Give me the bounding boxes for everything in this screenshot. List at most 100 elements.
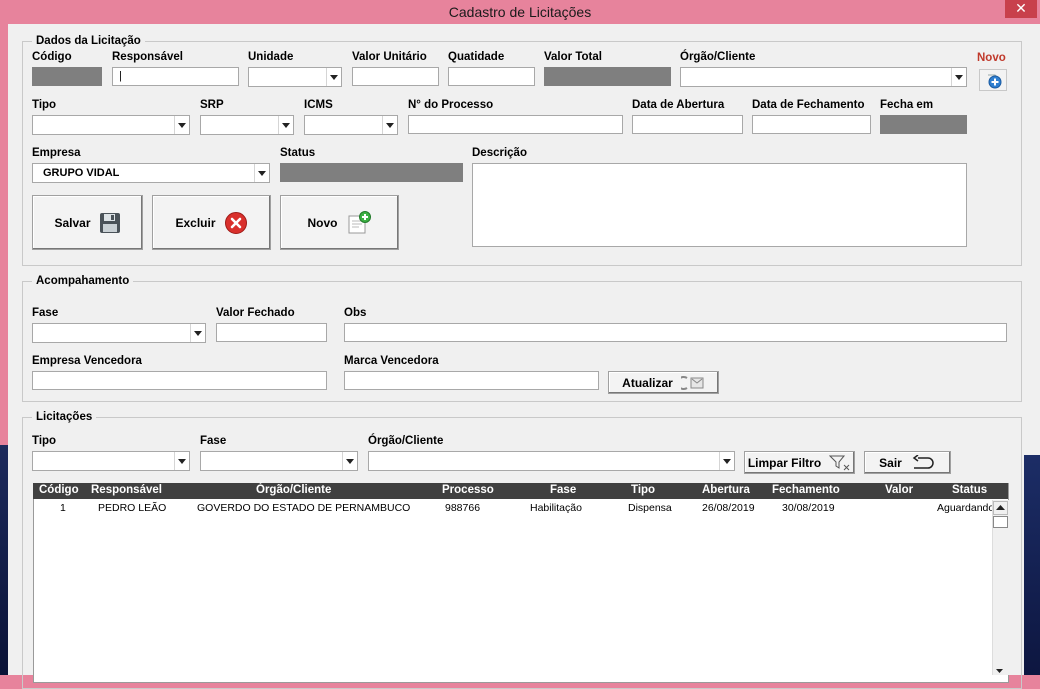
valor-unitario-field[interactable]: [352, 67, 439, 86]
codigo-label: Código: [32, 51, 72, 63]
cell-orgao: GOVERDO DO ESTADO DE PERNAMBUCO: [197, 502, 411, 514]
column-header-orgao[interactable]: Órgão/Cliente: [256, 484, 331, 496]
processo-field[interactable]: [408, 115, 623, 134]
excluir-label: Excluir: [175, 215, 216, 230]
refresh-icon: [680, 375, 704, 390]
chevron-down-icon[interactable]: [254, 164, 269, 182]
column-header-responsavel[interactable]: Responsável: [91, 484, 162, 496]
salvar-label: Salvar: [54, 215, 91, 230]
scroll-up-button[interactable]: [993, 501, 1008, 515]
fase-label: Fase: [32, 307, 59, 319]
scroll-down-button[interactable]: [993, 664, 1008, 675]
new-document-icon: [348, 210, 371, 233]
data-abertura-field[interactable]: [632, 115, 743, 134]
column-header-codigo[interactable]: Código: [39, 484, 79, 496]
column-header-fase[interactable]: Fase: [550, 484, 576, 496]
column-header-abertura[interactable]: Abertura: [702, 484, 750, 496]
cell-responsavel: PEDRO LEÃO: [98, 502, 167, 514]
icms-select[interactable]: [304, 115, 398, 135]
descricao-textarea[interactable]: [472, 163, 967, 247]
quantidade-label: Quatidade: [448, 51, 505, 63]
column-header-processo[interactable]: Processo: [442, 484, 494, 496]
filtro-tipo-select[interactable]: [32, 451, 190, 471]
marca-vencedora-field[interactable]: [344, 371, 599, 390]
data-fechamento-label: Data de Fechamento: [752, 99, 865, 111]
valor-total-field: [544, 67, 671, 86]
desktop-background-left: [0, 445, 8, 675]
column-header-tipo[interactable]: Tipo: [631, 484, 655, 496]
srp-label: SRP: [200, 99, 224, 111]
empresa-vencedora-field[interactable]: [32, 371, 327, 390]
status-label: Status: [280, 147, 316, 159]
orgao-cliente-select[interactable]: [680, 67, 967, 87]
text-cursor: |: [119, 70, 122, 82]
responsavel-field[interactable]: |: [112, 67, 239, 86]
acompanhamento-legend: Acompahamento: [32, 275, 134, 287]
excluir-button[interactable]: Excluir: [152, 195, 271, 250]
valor-fechado-label: Valor Fechado: [216, 307, 295, 319]
desktop-background-right: [1024, 455, 1040, 675]
limpar-filtro-label: Limpar Filtro: [747, 455, 822, 470]
filtro-fase-label: Fase: [200, 435, 227, 447]
add-circle-icon: [988, 74, 1002, 89]
delete-x-icon: [224, 211, 247, 234]
filtro-fase-select[interactable]: [200, 451, 358, 471]
licitacoes-legend: Licitações: [32, 411, 97, 423]
cell-tipo: Dispensa: [628, 502, 672, 514]
chevron-down-icon: [996, 669, 1003, 673]
marca-vencedora-label: Marca Vencedora: [344, 355, 439, 367]
novo-orgao-button[interactable]: [979, 69, 1007, 91]
obs-field[interactable]: [344, 323, 1007, 342]
grid-header: [33, 483, 1008, 499]
data-abertura-label: Data de Abertura: [632, 99, 725, 111]
chevron-down-icon[interactable]: [951, 68, 966, 86]
codigo-field: [32, 67, 102, 86]
chevron-down-icon[interactable]: [190, 324, 205, 342]
sair-button[interactable]: Sair: [864, 451, 951, 474]
filtro-tipo-label: Tipo: [32, 435, 57, 447]
chevron-down-icon[interactable]: [382, 116, 397, 134]
filtro-orgao-select[interactable]: [368, 451, 735, 471]
icms-label: ICMS: [304, 99, 333, 111]
unidade-select[interactable]: [248, 67, 342, 87]
chevron-down-icon[interactable]: [278, 116, 293, 134]
empresa-label: Empresa: [32, 147, 81, 159]
cell-abertura: 26/08/2019: [702, 502, 755, 514]
cell-codigo: 1: [60, 502, 66, 514]
salvar-button[interactable]: Salvar: [32, 195, 143, 250]
window-title: Cadastro de Licitações: [448, 4, 592, 20]
chevron-down-icon[interactable]: [174, 116, 189, 134]
obs-label: Obs: [344, 307, 367, 319]
close-button[interactable]: ✕: [1005, 0, 1037, 18]
cell-fase: Habilitação: [530, 502, 582, 514]
descricao-label: Descrição: [472, 147, 527, 159]
fase-select[interactable]: [32, 323, 206, 343]
data-fechamento-field[interactable]: [752, 115, 871, 134]
column-header-status[interactable]: Status: [952, 484, 987, 496]
quantidade-field[interactable]: [448, 67, 535, 86]
clear-filter-icon: [829, 455, 850, 470]
srp-select[interactable]: [200, 115, 294, 135]
empresa-select[interactable]: GRUPO VIDAL: [32, 163, 270, 183]
chevron-down-icon[interactable]: [326, 68, 341, 86]
floppy-disk-icon: [99, 212, 120, 233]
chevron-down-icon[interactable]: [719, 452, 734, 470]
novo-label: Novo: [307, 215, 338, 230]
table-row[interactable]: 1 PEDRO LEÃO GOVERDO DO ESTADO DE PERNAM…: [34, 500, 992, 516]
chevron-down-icon[interactable]: [174, 452, 189, 470]
chevron-down-icon[interactable]: [342, 452, 357, 470]
cell-processo: 988766: [445, 502, 481, 514]
scroll-thumb[interactable]: [993, 516, 1008, 528]
status-field: [280, 163, 463, 182]
tipo-select[interactable]: [32, 115, 190, 135]
atualizar-button[interactable]: Atualizar: [608, 371, 719, 394]
valor-fechado-field[interactable]: [216, 323, 327, 342]
column-header-fechamento[interactable]: Fechamento: [772, 484, 840, 496]
limpar-filtro-button[interactable]: Limpar Filtro: [744, 451, 855, 474]
valor-total-label: Valor Total: [544, 51, 602, 63]
column-header-valor[interactable]: Valor: [885, 484, 913, 496]
novo-button[interactable]: Novo: [280, 195, 399, 250]
novo-orgao-label: Novo: [977, 52, 1006, 64]
responsavel-label: Responsável: [112, 51, 183, 63]
cell-fechamento: 30/08/2019: [782, 502, 835, 514]
